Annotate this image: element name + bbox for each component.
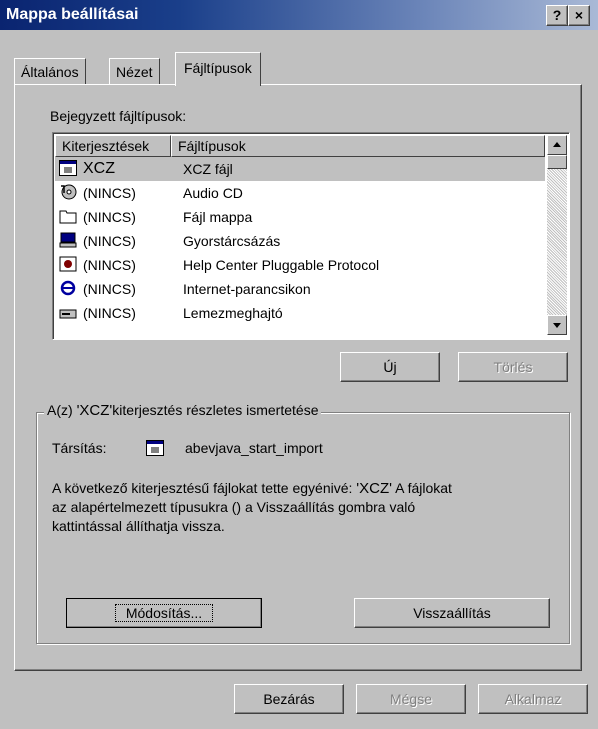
description-line-2: az alapértelmezett típusukra () a Vissza… [52, 499, 416, 515]
list-row[interactable]: (NINCS) Gyorstárcsázás [55, 229, 545, 253]
restore-button[interactable]: Visszaállítás [354, 598, 550, 628]
vertical-scrollbar[interactable] [547, 135, 567, 335]
list-row[interactable]: (NINCS) Internet-parancsikon [55, 277, 545, 301]
help-icon [59, 256, 77, 272]
list-row[interactable]: (NINCS) Fájl mappa [55, 205, 545, 229]
column-header-extensions[interactable]: Kiterjesztések [55, 135, 171, 157]
row-extension: (NINCS) [83, 233, 136, 249]
desc-text: A fájlokat [392, 480, 452, 496]
phone-icon [59, 232, 77, 248]
tab-file-types[interactable]: Fájltípusok [175, 52, 261, 86]
list-rows: XCZ XCZ fájl (NINCS) Audio CD (NINCS) Fá… [55, 157, 545, 325]
association-label: Társítás: [52, 440, 107, 456]
caption-extension: 'XCZ' [76, 402, 113, 419]
desc-text: A következő kiterjesztésű fájlokat tette… [52, 480, 357, 496]
row-extension: (NINCS) [83, 257, 136, 273]
cancel-button[interactable]: Mégse [356, 684, 466, 714]
row-file-type: XCZ fájl [183, 161, 233, 177]
column-header-file-types[interactable]: Fájltípusok [171, 135, 545, 157]
row-file-type: Internet-parancsikon [183, 281, 311, 297]
apply-button[interactable]: Alkalmaz [478, 684, 588, 714]
title-bar: Mappa beállításai ? × [0, 0, 598, 30]
delete-button[interactable]: Törlés [458, 352, 568, 382]
details-caption: A(z) 'XCZ'kiterjesztés részletes ismerte… [44, 402, 322, 419]
close-button[interactable]: Bezárás [234, 684, 344, 714]
list-row[interactable]: (NINCS) Help Center Pluggable Protocol [55, 253, 545, 277]
row-file-type: Lemezmeghajtó [183, 305, 283, 321]
row-file-type: Fájl mappa [183, 209, 253, 225]
app-icon [146, 440, 164, 456]
row-file-type: Audio CD [183, 185, 243, 201]
app-icon [59, 160, 77, 176]
description-line-3: kattintással állíthatja vissza. [52, 518, 225, 534]
registered-file-types-label: Bejegyzett fájltípusok: [50, 108, 187, 124]
list-row[interactable]: (NINCS) Lemezmeghajtó [55, 301, 545, 325]
new-button[interactable]: Új [340, 352, 440, 382]
row-extension: (NINCS) [83, 209, 136, 225]
tab-general[interactable]: Általános [14, 58, 86, 85]
window-title: Mappa beállításai [6, 6, 139, 23]
desc-extension: 'XCZ' [356, 480, 393, 497]
caption-suffix: kiterjesztés részletes ismertetése [112, 402, 319, 418]
modify-button-label: Módosítás... [114, 604, 214, 622]
row-extension: XCZ [83, 160, 115, 177]
arrow-down-icon [553, 323, 561, 328]
close-window-button[interactable]: × [568, 5, 590, 26]
scroll-thumb[interactable] [547, 155, 567, 169]
caption-prefix: A(z) [47, 402, 77, 418]
help-button[interactable]: ? [546, 5, 568, 26]
drive-icon [59, 309, 77, 319]
modify-button[interactable]: Módosítás... [66, 598, 262, 628]
file-types-list[interactable]: Kiterjesztések Fájltípusok XCZ XCZ fájl … [52, 132, 570, 340]
scroll-down-button[interactable] [547, 315, 567, 335]
scroll-up-button[interactable] [547, 135, 567, 155]
tab-view[interactable]: Nézet [109, 58, 160, 85]
association-value: abevjava_start_import [185, 440, 323, 456]
row-extension: (NINCS) [83, 305, 136, 321]
ie-icon [60, 280, 76, 296]
folder-icon [59, 210, 77, 224]
description-line-1: A következő kiterjesztésű fájlokat tette… [52, 480, 452, 497]
arrow-up-icon [553, 142, 561, 147]
row-file-type: Help Center Pluggable Protocol [183, 257, 380, 273]
row-extension: (NINCS) [83, 185, 136, 201]
list-row[interactable]: (NINCS) Audio CD [55, 181, 545, 205]
row-extension: (NINCS) [83, 281, 136, 297]
cd-icon [61, 184, 77, 200]
list-header: Kiterjesztések Fájltípusok [55, 135, 545, 157]
list-row-xcz[interactable]: XCZ XCZ fájl [55, 157, 545, 181]
row-file-type: Gyorstárcsázás [183, 233, 281, 249]
